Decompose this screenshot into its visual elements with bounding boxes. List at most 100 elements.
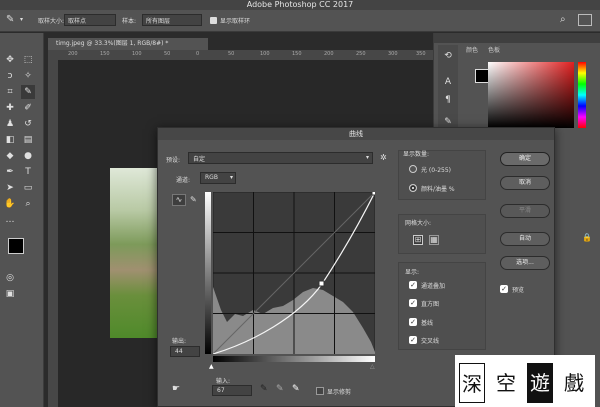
pigment-radio-label: 颜料/油墨 % (421, 186, 455, 193)
watermark-char: 戲 (564, 371, 584, 395)
ruler-horizontal: 200 150 100 50 0 50 100 150 200 250 300 … (48, 50, 433, 60)
color-picker-field[interactable] (488, 62, 574, 128)
pen-tool-icon[interactable]: ✒ (3, 165, 17, 179)
curve-point (318, 280, 325, 287)
lock-icon[interactable]: 🔒 (582, 233, 592, 242)
crop-tool-icon[interactable]: ⌗ (3, 85, 17, 99)
workspace-icon[interactable] (578, 14, 592, 26)
dodge-tool-icon[interactable]: ● (21, 149, 35, 163)
show-clipping-checkbox[interactable] (316, 387, 324, 395)
show-ring-label: 显示取样环 (220, 18, 251, 25)
white-eyedropper-icon[interactable]: ✎ (292, 384, 300, 394)
ruler-number: 100 (132, 51, 142, 57)
display-group: 显示: ✓ 通道叠加 ✓ 直方图 ✓ 基线 ✓ 交叉线 (398, 262, 486, 350)
baseline-checkbox[interactable]: ✓ (409, 318, 417, 326)
type-tool-icon[interactable]: T (21, 165, 35, 179)
light-radio[interactable] (409, 165, 417, 173)
ruler-number: 0 (196, 51, 200, 57)
marquee-tool-icon[interactable]: ⬚ (21, 53, 35, 67)
preset-select[interactable]: 自定 ▾ (188, 152, 373, 164)
input-field[interactable]: 67 (212, 385, 252, 396)
eyedropper-tool-icon[interactable]: ✎ (6, 14, 14, 25)
channel-value: RGB (205, 174, 218, 181)
cancel-button[interactable]: 取消 (500, 176, 550, 190)
gradient-tool-icon[interactable]: ▤ (21, 133, 35, 147)
hand-tool-icon[interactable]: ✋ (3, 197, 17, 211)
target-adjust-icon[interactable]: ☛ (172, 384, 180, 394)
pigment-radio[interactable] (409, 184, 417, 192)
ruler-number: 350 (416, 51, 426, 57)
zoom-tool-icon[interactable]: ⌕ (21, 197, 35, 211)
grid-detailed-icon[interactable]: ▦ (429, 235, 439, 245)
dialog-title: 曲线 (349, 130, 363, 138)
curve-edit-tool-icon[interactable]: ∿ (172, 194, 186, 206)
eyedropper-tool-icon-active[interactable]: ✎ (21, 85, 35, 99)
pencil-tool-icon[interactable]: ✎ (190, 195, 197, 204)
input-gradient-bar (213, 356, 375, 362)
black-point-slider[interactable]: ▲ (209, 363, 214, 370)
app-title: Adobe Photoshop CC 2017 (246, 0, 354, 9)
options-button[interactable]: 选项... (500, 256, 550, 270)
quick-mask-icon[interactable]: ◎ (3, 271, 17, 285)
white-point-slider[interactable]: △ (370, 363, 375, 370)
dialog-title-bar[interactable]: 曲线 (158, 128, 554, 140)
histogram-checkbox[interactable]: ✓ (409, 299, 417, 307)
chevron-down-icon: ▾ (365, 154, 369, 161)
chevron-down-icon[interactable]: ▾ (20, 16, 23, 23)
more-tools-icon[interactable]: … (3, 213, 17, 227)
curve-graph[interactable] (213, 192, 375, 354)
path-select-icon[interactable]: ➤ (3, 181, 17, 195)
grid-size-group: 网格大小: ⊞ ▦ (398, 214, 486, 254)
curve-endpoint (371, 192, 375, 196)
panel-fg-swatch[interactable] (475, 69, 489, 83)
lasso-tool-icon[interactable]: ↄ (3, 69, 17, 83)
output-label: 输出: (172, 338, 187, 345)
sample-size-select[interactable]: 取样点 (64, 14, 116, 26)
sample-select[interactable]: 所有图层 (142, 14, 202, 26)
gray-eyedropper-icon[interactable]: ✎ (276, 384, 284, 394)
black-eyedropper-icon[interactable]: ✎ (260, 384, 268, 394)
ruler-number: 200 (324, 51, 334, 57)
grid-simple-icon[interactable]: ⊞ (413, 235, 423, 245)
chevron-down-icon: ▾ (229, 174, 233, 181)
auto-button[interactable]: 自动 (500, 232, 550, 246)
show-amount-title: 显示数量: (403, 151, 430, 158)
document-tab-title: timg.jpeg @ 33.3%(图层 1, RGB/8#) * (56, 40, 169, 47)
paragraph-icon[interactable]: ¶ (441, 93, 455, 107)
tab-swatches[interactable]: 色板 (488, 45, 500, 54)
sample-label: 样本: (122, 18, 137, 25)
channel-label: 通道: (176, 177, 191, 184)
grid-size-title: 网格大小: (405, 220, 432, 227)
hue-slider[interactable] (578, 62, 586, 128)
preview-checkbox[interactable]: ✓ (500, 285, 508, 293)
gear-icon[interactable]: ✲ (380, 153, 387, 162)
watermark-char: 空 (496, 371, 516, 395)
document-tab[interactable]: timg.jpeg @ 33.3%(图层 1, RGB/8#) * (48, 38, 208, 50)
history-icon[interactable]: ⟲ (441, 49, 455, 63)
blur-tool-icon[interactable]: ◆ (3, 149, 17, 163)
channel-overlay-checkbox[interactable]: ✓ (409, 281, 417, 289)
healing-brush-icon[interactable]: ✚ (3, 101, 17, 115)
character-icon[interactable]: A (441, 75, 455, 89)
tab-color[interactable]: 颜色 (466, 45, 478, 54)
stamp-tool-icon[interactable]: ♟ (3, 117, 17, 131)
smooth-button[interactable]: 平滑 (500, 204, 550, 218)
output-field[interactable]: 44 (170, 346, 200, 357)
eraser-tool-icon[interactable]: ◧ (3, 133, 17, 147)
preset-label: 预设: (166, 157, 181, 164)
intersection-checkbox[interactable]: ✓ (409, 336, 417, 344)
move-tool-icon[interactable]: ✥ (3, 53, 17, 67)
channel-select[interactable]: RGB ▾ (200, 172, 236, 184)
ok-button[interactable]: 确定 (500, 152, 550, 166)
foreground-color-swatch[interactable] (8, 238, 24, 254)
brush-tool-icon[interactable]: ✐ (21, 101, 35, 115)
show-ring-checkbox[interactable] (210, 17, 217, 24)
show-amount-group: 显示数量: 光 (0-255) 颜料/油墨 % (398, 150, 486, 200)
ruler-number: 250 (356, 51, 366, 57)
magic-wand-icon[interactable]: ✧ (21, 69, 35, 83)
document-image[interactable] (110, 168, 160, 338)
shape-tool-icon[interactable]: ▭ (21, 181, 35, 195)
screen-mode-icon[interactable]: ▣ (3, 287, 17, 301)
search-icon[interactable]: ⌕ (560, 14, 566, 25)
history-brush-icon[interactable]: ↺ (21, 117, 35, 131)
